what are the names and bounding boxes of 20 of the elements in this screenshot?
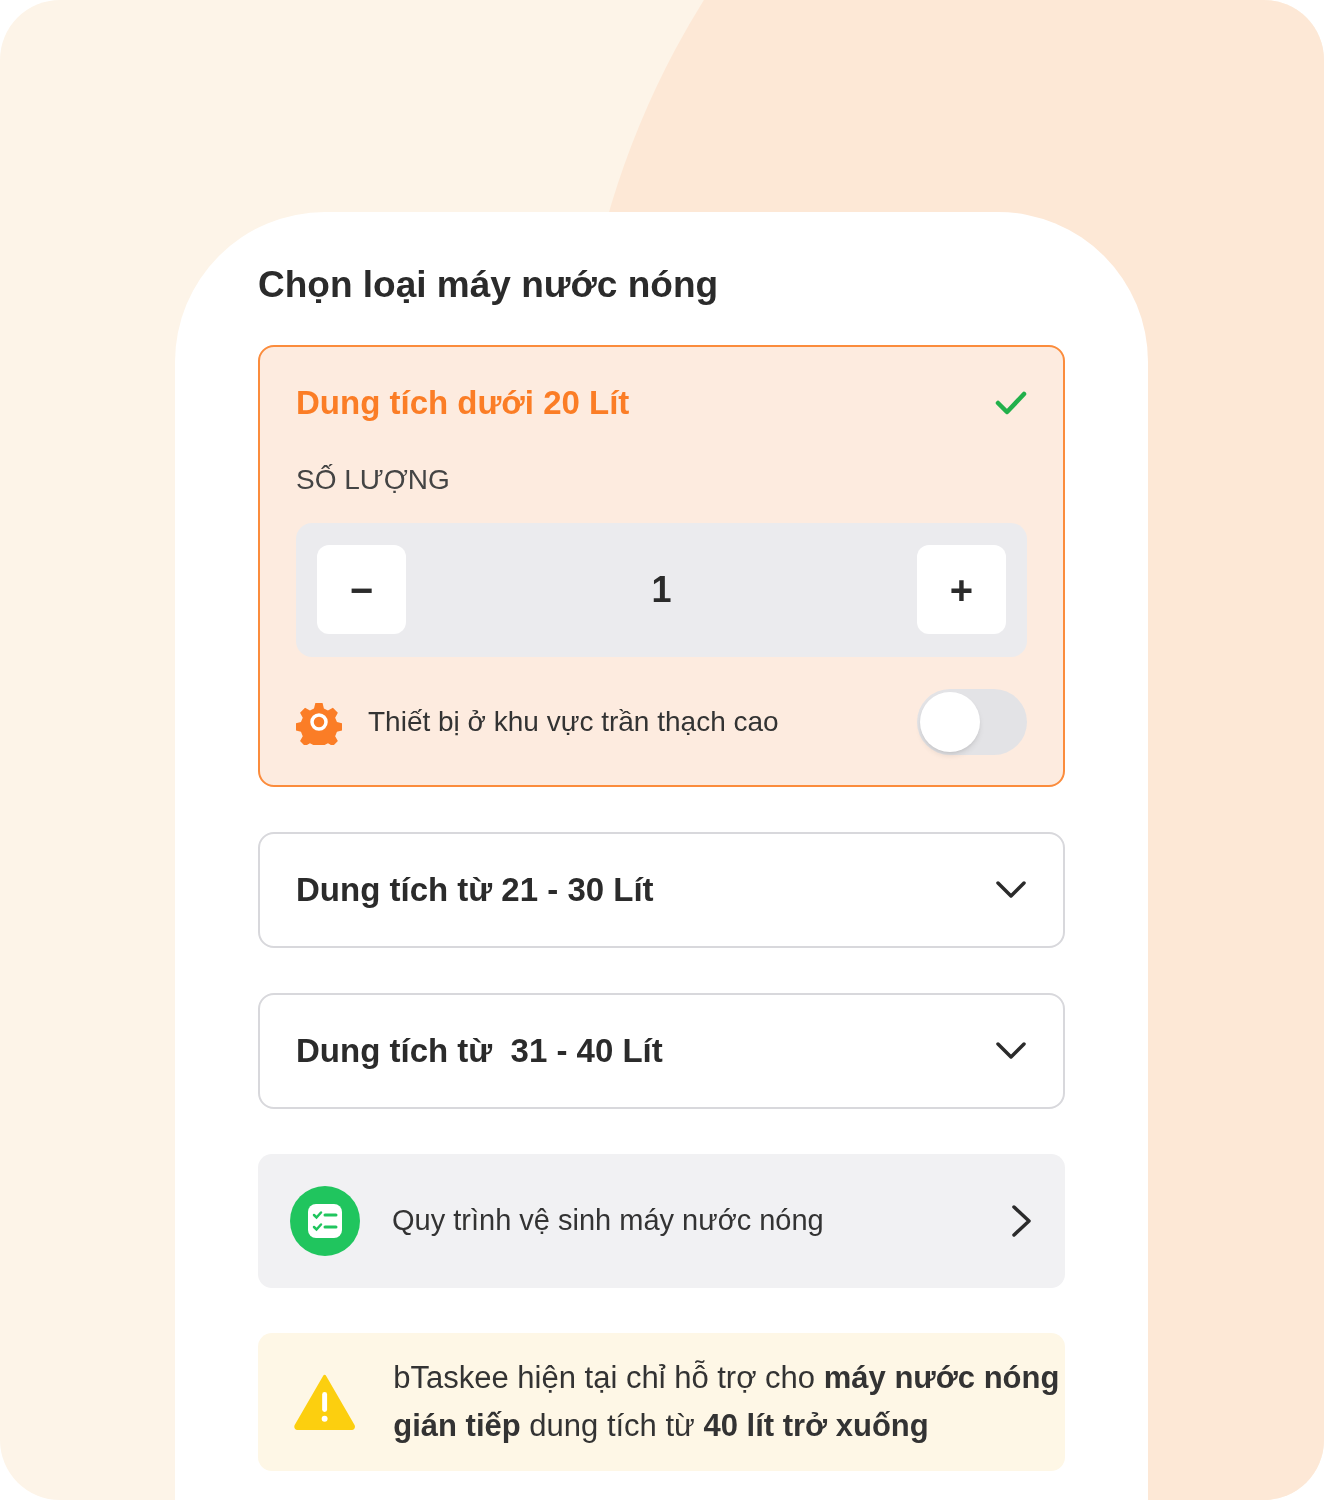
chevron-down-icon [995,879,1027,900]
warning-icon [294,1373,356,1430]
option-card[interactable]: Dung tích từ 31 - 40 Lít [258,992,1065,1109]
option-card[interactable]: Dung tích từ 21 - 30 Lít [258,831,1065,948]
notice-text: bTaskee hiện tại chỉ hỗ trợ cho máy nước nóng gián tiếp dung tích từ 40 lít trở xuống [393,1358,1061,1445]
option-card[interactable]: Dung tích dưới 20 Lít SỐ LƯỢNG − 1 + Thiết bị ở khu vực trần thạch cao [258,344,1065,787]
quantity-label: SỐ LƯỢNG [296,462,451,497]
option-title: Dung tích dưới 20 Lít [296,382,630,423]
chevron-right-icon [1011,1203,1033,1238]
increase-button[interactable]: + [917,545,1006,634]
decrease-button[interactable]: − [317,545,406,634]
option-title: Dung tích từ 21 - 30 Lít [296,869,654,910]
option-title: Dung tích từ 31 - 40 Lít [296,1030,663,1071]
setting-label: Thiết bị ở khu vực trần thạch cao [368,704,780,739]
screen-title: Chọn loại máy nước nóng [258,263,720,307]
quantity-value: 1 [651,567,672,612]
check-icon [995,389,1027,416]
cleaning-guide-link[interactable]: Quy trình vệ sinh máy nước nóng [258,1153,1065,1288]
checklist-icon [290,1185,360,1256]
chevron-down-icon [995,1040,1027,1061]
